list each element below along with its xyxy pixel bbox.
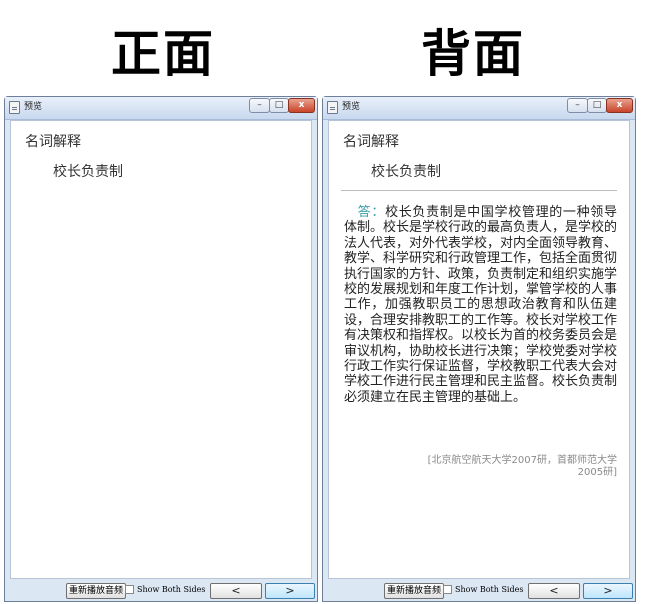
answer-text: 答：校长负责制是中国学校管理的一种领导体制。校长是学校行政的最高负责人，是学校的… [344, 205, 617, 405]
prev-button[interactable]: < [210, 583, 262, 599]
front-titlebar: 预览 – □ x [5, 97, 317, 120]
app-icon [327, 101, 338, 114]
replay-audio-button[interactable]: 重新播放音频 [384, 583, 445, 599]
maximize-button[interactable]: □ [269, 98, 289, 113]
show-both-sides-label: Show Both Sides [455, 585, 524, 594]
show-both-sides-label: Show Both Sides [137, 585, 206, 594]
front-card-content: 名词解释 校长负责制 [10, 120, 312, 579]
card-divider [341, 190, 617, 191]
back-bottom-bar: 重新播放音频 Show Both Sides < > [323, 580, 635, 601]
window-title: 预览 [342, 102, 361, 112]
show-both-sides-checkbox[interactable] [125, 585, 134, 594]
front-heading: 正面 [111, 24, 215, 83]
question-text: 校长负责制 [371, 164, 441, 180]
answer-body: 校长负责制是中国学校管理的一种领导体制。校长是学校行政的最高负责人，是学校的法人… [344, 205, 618, 405]
question-text: 校长负责制 [53, 164, 123, 180]
close-button[interactable]: x [288, 98, 315, 113]
show-both-sides-checkbox[interactable] [443, 585, 452, 594]
close-button[interactable]: x [606, 98, 633, 113]
question-type: 名词解释 [343, 134, 399, 150]
question-type: 名词解释 [25, 134, 81, 150]
front-bottom-bar: 重新播放音频 Show Both Sides < > [5, 580, 317, 601]
prev-button[interactable]: < [528, 583, 580, 599]
maximize-button[interactable]: □ [587, 98, 607, 113]
back-heading: 背面 [421, 24, 525, 83]
back-preview-window: 预览 – □ x 名词解释 校长负责制 答：校长负责制是中国学校管理的一种领导体… [322, 96, 636, 602]
answer-source: [北京航空航天大学2007研，首都师范大学2005研] [427, 455, 617, 478]
front-preview-window: 预览 – □ x 名词解释 校长负责制 重新播放音频 Show Both Sid… [4, 96, 318, 602]
next-button[interactable]: > [583, 583, 633, 599]
minimize-button[interactable]: – [567, 98, 588, 113]
window-title: 预览 [24, 102, 43, 112]
replay-audio-button[interactable]: 重新播放音频 [66, 583, 127, 599]
back-card-content: 名词解释 校长负责制 答：校长负责制是中国学校管理的一种领导体制。校长是学校行政… [328, 120, 630, 579]
next-button[interactable]: > [265, 583, 315, 599]
back-titlebar: 预览 – □ x [323, 97, 635, 120]
answer-label: 答： [357, 205, 386, 220]
minimize-button[interactable]: – [249, 98, 270, 113]
app-icon [9, 101, 20, 114]
